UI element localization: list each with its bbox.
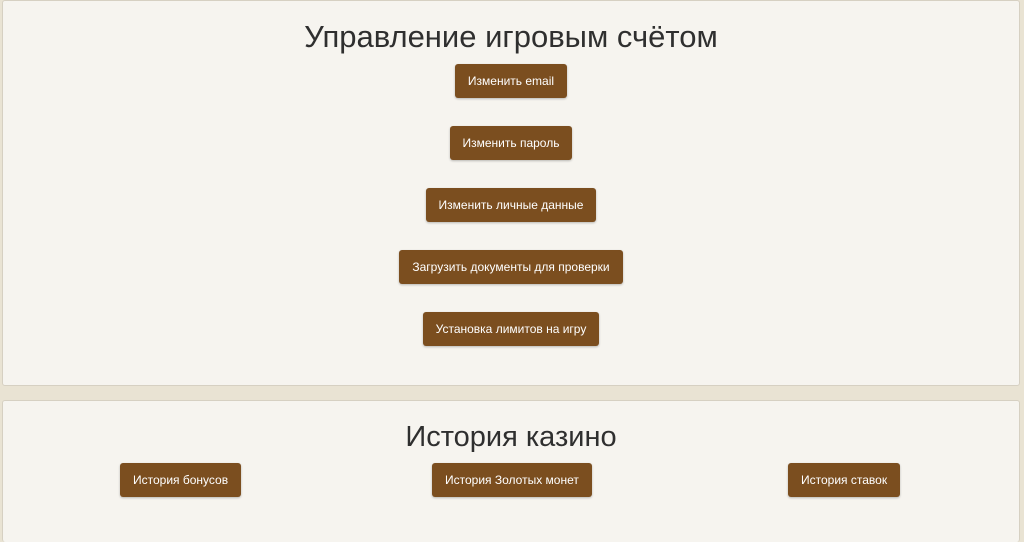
change-email-button[interactable]: Изменить email bbox=[454, 64, 568, 98]
bonus-history-button[interactable]: История бонусов bbox=[120, 463, 242, 497]
change-personal-data-button[interactable]: Изменить личные данные bbox=[425, 188, 597, 222]
bets-history-button[interactable]: История ставок bbox=[788, 463, 901, 497]
account-management-title: Управление игровым счётом bbox=[304, 19, 718, 54]
account-management-panel: Управление игровым счётом Изменить email… bbox=[2, 0, 1020, 386]
change-password-button[interactable]: Изменить пароль bbox=[449, 126, 573, 160]
game-limits-button[interactable]: Установка лимитов на игру bbox=[422, 312, 600, 346]
upload-documents-button[interactable]: Загрузить документы для проверки bbox=[399, 250, 623, 284]
page: Управление игровым счётом Изменить email… bbox=[0, 0, 1024, 542]
casino-history-title: История казино bbox=[405, 421, 617, 453]
account-buttons: Изменить email Изменить пароль Изменить … bbox=[3, 64, 1019, 346]
history-buttons: История бонусов История Золотых монет Ис… bbox=[3, 463, 1019, 499]
casino-history-panel: История казино История бонусов История З… bbox=[2, 400, 1020, 542]
gold-coins-history-button[interactable]: История Золотых монет bbox=[432, 463, 592, 497]
